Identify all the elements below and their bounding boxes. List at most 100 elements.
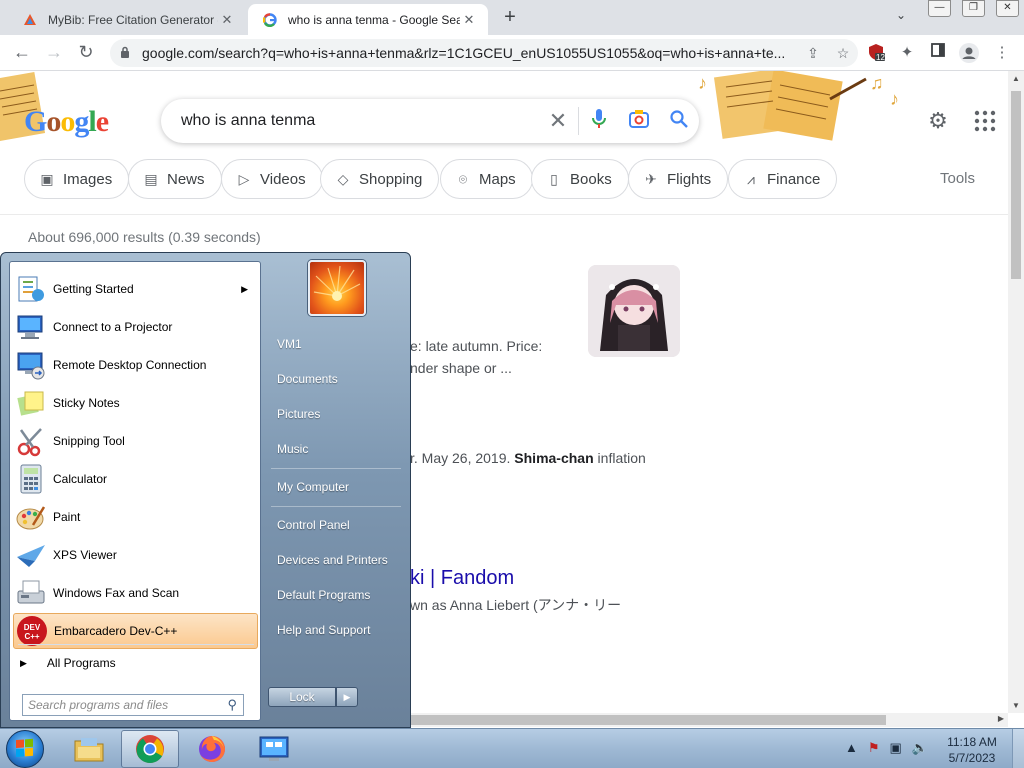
restore-button[interactable]: ❐ [962, 0, 985, 17]
chip-videos[interactable]: ▷ Videos [221, 159, 323, 199]
tab-google-search[interactable]: who is anna tenma - Google Sea ✕ [248, 4, 488, 35]
google-apps-grid-icon[interactable] [973, 109, 997, 133]
taskbar-remote-desktop[interactable] [245, 730, 303, 768]
google-doodle-logo[interactable]: Google [24, 105, 109, 139]
airplane-icon: ✈ [645, 170, 657, 187]
program-label: Windows Fax and Scan [53, 586, 180, 600]
chip-maps[interactable]: ⌾ Maps [440, 159, 533, 199]
start-button-windows-logo-icon[interactable] [6, 730, 44, 768]
fax-scan-icon [17, 580, 45, 604]
mybib-favicon-icon [22, 12, 38, 28]
right-pane-separator [271, 468, 401, 469]
start-item-documents[interactable]: Documents [269, 364, 403, 394]
program-calculator[interactable]: Calculator [13, 461, 258, 497]
taskbar-chrome[interactable] [121, 730, 179, 768]
chip-books[interactable]: ▯ Books [531, 159, 629, 199]
lens-camera-icon[interactable] [619, 109, 659, 133]
result-stats: About 696,000 results (0.39 seconds) [28, 229, 261, 245]
start-search-input[interactable]: Search programs and files ⚲ [22, 694, 244, 716]
side-panel-icon[interactable] [928, 43, 948, 63]
action-center-flag-icon[interactable]: ⚑ [868, 740, 880, 756]
start-item-pictures[interactable]: Pictures [269, 399, 403, 429]
volume-speaker-icon[interactable]: 🔈 [912, 740, 928, 756]
scrollbar-thumb[interactable] [1011, 91, 1021, 279]
getting-started-icon [18, 276, 44, 302]
program-getting-started[interactable]: Getting Started ▶ [13, 271, 258, 307]
chip-label: Books [570, 170, 612, 188]
tab-mybib[interactable]: MyBib: Free Citation Generator - ✕ [8, 4, 246, 35]
back-arrow-icon[interactable]: ← [10, 41, 34, 65]
extension-shield-icon[interactable]: 12 [866, 43, 886, 63]
start-item-my-computer[interactable]: My Computer [269, 472, 403, 502]
chip-finance[interactable]: ⩘ Finance [728, 159, 838, 199]
profile-avatar-icon[interactable] [959, 43, 979, 63]
scrollbar-thumb[interactable] [410, 715, 886, 725]
settings-gear-icon[interactable]: ⚙ [926, 109, 950, 133]
remote-desktop-icon [17, 352, 45, 380]
chip-shopping[interactable]: ◇ Shopping [320, 159, 440, 199]
show-hidden-icons-arrow-icon[interactable]: ▲ [845, 740, 858, 756]
voice-search-mic-icon[interactable] [579, 108, 619, 134]
lock-button[interactable]: Lock [268, 687, 336, 707]
close-window-button[interactable]: ✕ [996, 0, 1019, 17]
close-tab-icon[interactable]: ✕ [460, 12, 478, 28]
program-xps-viewer[interactable]: XPS Viewer [13, 537, 258, 573]
search-query-input[interactable]: who is anna tenma [181, 112, 538, 130]
projector-icon [17, 315, 43, 339]
search-magnifier-icon[interactable] [659, 109, 699, 133]
start-item-vm1[interactable]: VM1 [269, 329, 403, 359]
vertical-scrollbar[interactable]: ▲ ▼ [1008, 71, 1024, 713]
share-icon[interactable]: ⇪ [798, 45, 828, 62]
all-programs-button[interactable]: ▶ All Programs [20, 656, 116, 670]
user-account-picture[interactable] [308, 260, 366, 316]
map-pin-icon: ⌾ [458, 170, 468, 187]
bookmark-star-icon[interactable]: ☆ [828, 45, 858, 62]
start-item-devices-printers[interactable]: Devices and Printers [269, 545, 403, 575]
network-icon[interactable]: ▣ [890, 740, 902, 756]
chip-label: Maps [479, 170, 516, 188]
program-paint[interactable]: Paint [13, 499, 258, 535]
search-box[interactable]: who is anna tenma ✕ [161, 99, 699, 143]
chip-flights[interactable]: ✈ Flights [628, 159, 729, 199]
result-thumbnail-image[interactable] [588, 265, 680, 357]
reload-icon[interactable]: ↻ [74, 41, 98, 65]
news-icon: ▤ [144, 170, 158, 187]
program-connect-projector[interactable]: Connect to a Projector [13, 309, 258, 345]
tools-button[interactable]: Tools [940, 170, 975, 187]
program-snipping-tool[interactable]: Snipping Tool [13, 423, 258, 459]
extensions-puzzle-icon[interactable]: ✦ [897, 43, 917, 63]
program-label: Embarcadero Dev-C++ [54, 624, 178, 638]
tab-search-chevron-icon[interactable]: ⌄ [896, 8, 906, 22]
search-magnifier-icon[interactable]: ⚲ [227, 697, 237, 713]
result-title-link[interactable]: ki | Fandom [410, 567, 514, 590]
scroll-up-arrow-icon[interactable]: ▲ [1012, 74, 1020, 83]
taskbar-firefox[interactable] [183, 730, 241, 768]
chip-images[interactable]: ▣ Images [24, 159, 130, 199]
new-tab-button[interactable]: + [498, 6, 522, 30]
start-menu-programs-pane: Getting Started ▶ Connect to a Projector… [9, 261, 261, 721]
sticky-notes-icon [17, 391, 44, 416]
chrome-menu-icon[interactable]: ⋮ [992, 43, 1012, 63]
taskbar-file-explorer[interactable] [60, 730, 118, 768]
start-item-control-panel[interactable]: Control Panel [269, 510, 403, 540]
minimize-button[interactable]: — [928, 0, 951, 17]
scroll-down-arrow-icon[interactable]: ▼ [1012, 701, 1020, 710]
program-label: Snipping Tool [53, 434, 125, 448]
start-item-help-support[interactable]: Help and Support [269, 615, 403, 645]
program-remote-desktop[interactable]: Remote Desktop Connection [13, 347, 258, 383]
chip-news[interactable]: ▤ News [128, 159, 222, 199]
clear-search-icon[interactable]: ✕ [538, 108, 578, 134]
scroll-right-arrow-icon[interactable]: ▶ [998, 714, 1004, 723]
start-item-default-programs[interactable]: Default Programs [269, 580, 403, 610]
taskbar-clock[interactable]: 11:18 AM 5/7/2023 [940, 734, 1004, 766]
show-desktop-button[interactable] [1012, 729, 1024, 768]
search-placeholder: Search programs and files [28, 698, 169, 712]
price-tag-icon: ◇ [337, 170, 349, 187]
close-tab-icon[interactable]: ✕ [218, 12, 236, 28]
power-options-arrow-icon[interactable]: ▶ [336, 687, 358, 707]
program-sticky-notes[interactable]: Sticky Notes [13, 385, 258, 421]
program-fax-scan[interactable]: Windows Fax and Scan [13, 575, 258, 611]
address-bar[interactable]: google.com/search?q=who+is+anna+tenma&rl… [110, 39, 858, 67]
start-item-music[interactable]: Music [269, 434, 403, 464]
forward-arrow-icon[interactable]: → [42, 41, 66, 65]
